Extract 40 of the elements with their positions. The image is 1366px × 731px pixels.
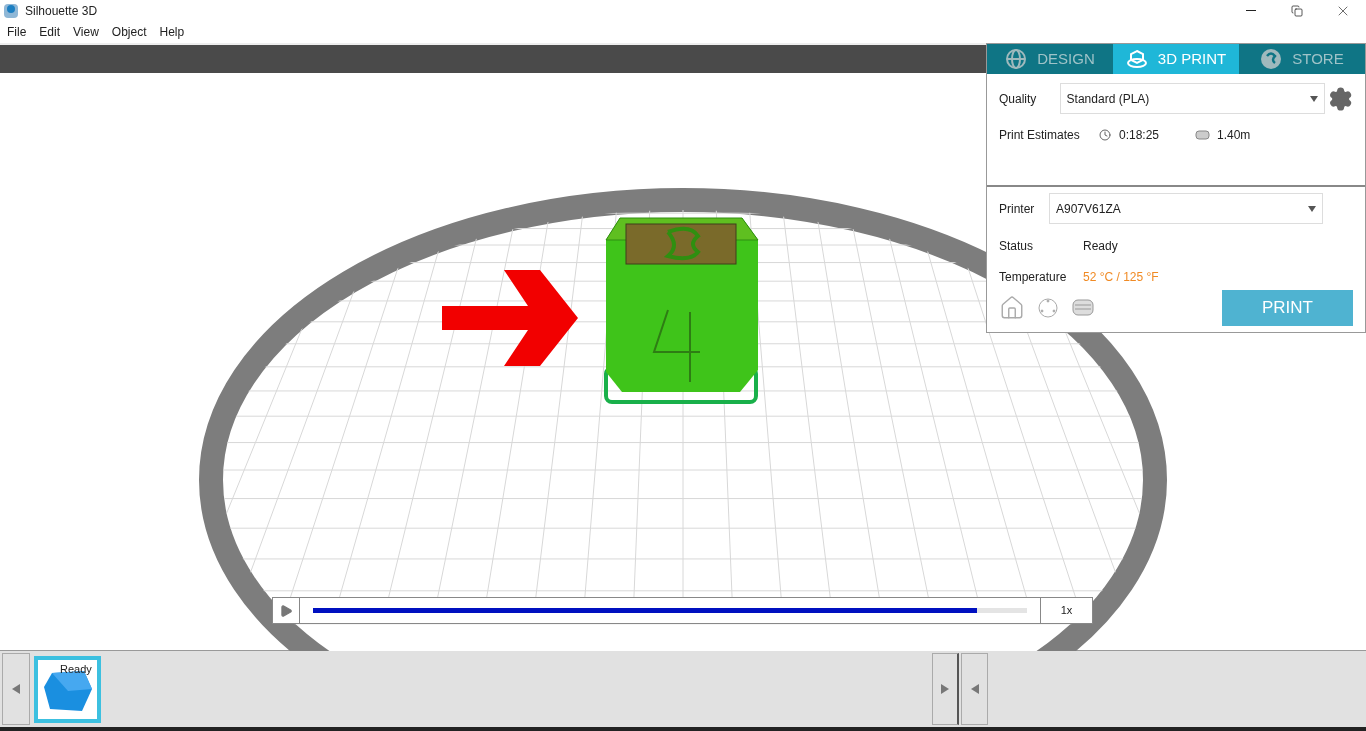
menu-item[interactable]: File [7, 23, 27, 41]
menu-item[interactable]: Help [159, 23, 185, 41]
filament-spool-icon[interactable] [1071, 297, 1097, 319]
scroll-right-button[interactable] [932, 653, 959, 725]
menu-item[interactable]: View [73, 23, 99, 41]
left-triangle-icon [970, 684, 979, 694]
cube-icon [1125, 49, 1148, 69]
filament-spool-icon [1195, 129, 1211, 141]
status-label: Status [999, 238, 1035, 255]
printer-dropdown[interactable]: A907V61ZA [1049, 193, 1323, 224]
window-title: Silhouette 3D [25, 2, 98, 20]
quality-label: Quality [999, 90, 1038, 108]
model-thumbnail[interactable]: Ready [34, 655, 101, 723]
temperature-label: Temperature [999, 269, 1068, 286]
store-logo-icon [1260, 48, 1283, 70]
print-time: 0:18:25 [1119, 127, 1161, 144]
dropdown-caret-icon [1308, 205, 1316, 212]
app-logo-icon [4, 3, 18, 18]
circle-dots-icon[interactable] [1037, 297, 1059, 319]
minimize-icon [1246, 10, 1256, 11]
temperature-value: 52 °C / 125 °F [1083, 269, 1159, 286]
filament-length: 1.40m [1217, 127, 1251, 144]
dropdown-caret-icon [1309, 95, 1318, 102]
quality-dropdown[interactable]: Standard (PLA) [1059, 83, 1325, 114]
restore-icon [1291, 4, 1303, 17]
globe-icon [1005, 48, 1028, 70]
play-icon [279, 603, 293, 618]
print-estimates-label: Print Estimates [999, 127, 1081, 144]
scroll-left-button[interactable] [2, 653, 30, 725]
settings-icon[interactable] [1327, 85, 1353, 112]
printer-label: Printer [999, 200, 1036, 218]
left-triangle-icon [12, 684, 20, 694]
menu-item[interactable]: Object [111, 23, 147, 41]
menu-item[interactable]: Edit [39, 23, 61, 41]
right-triangle-icon [941, 684, 949, 694]
home-icon[interactable] [999, 295, 1025, 321]
thumbnail-status: Ready [60, 661, 92, 677]
playback-speed[interactable]: 1x [1040, 598, 1092, 623]
status-value: Ready [1083, 238, 1118, 255]
clock-icon [1099, 129, 1111, 141]
